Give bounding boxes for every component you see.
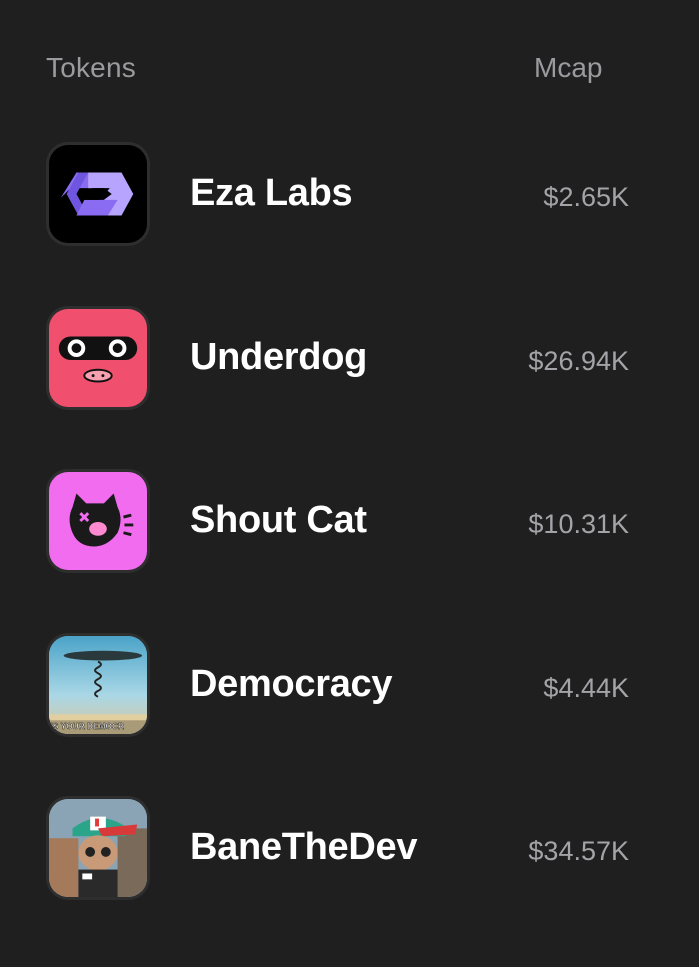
underdog-face-icon — [58, 335, 138, 382]
shout-cat-icon — [69, 493, 134, 547]
token-avatar — [46, 469, 150, 573]
token-mcap: $4.44K — [543, 672, 629, 703]
token-mcap: $26.94K — [528, 345, 629, 376]
token-row-shout-cat[interactable]: Shout Cat $10.31K — [0, 469, 699, 633]
token-name: Eza Labs — [190, 172, 353, 214]
token-mcap: $10.31K — [528, 509, 629, 539]
token-mcap: $2.65K — [543, 182, 629, 212]
token-row-banethedev[interactable]: BaneTheDev $34.57K — [0, 796, 699, 960]
democracy-meme-icon: 'S YOUR DEMOCR — [49, 635, 147, 734]
token-avatar — [46, 796, 150, 900]
token-name: Democracy — [190, 662, 393, 705]
token-name: BaneTheDev — [190, 826, 418, 868]
token-row-eza-labs[interactable]: Eza Labs $2.65K — [0, 142, 699, 306]
svg-text:'S YOUR DEMOCR: 'S YOUR DEMOCR — [51, 721, 124, 731]
token-mcap: $34.57K — [528, 836, 629, 866]
token-list-header: Tokens Mcap — [0, 52, 699, 88]
bane-the-dev-avatar-icon — [49, 799, 147, 897]
token-avatar: 'S YOUR DEMOCR — [46, 632, 150, 737]
token-list: Eza Labs $2.65K Underdog $26.94K Shout C… — [0, 142, 699, 960]
token-avatar — [46, 142, 150, 246]
mcap-column-header: Mcap — [534, 52, 603, 83]
tokens-column-header: Tokens — [46, 52, 136, 83]
eza-labs-logo-icon — [60, 172, 134, 216]
token-row-underdog[interactable]: Underdog $26.94K — [0, 305, 699, 470]
token-name: Underdog — [190, 335, 368, 378]
token-avatar — [46, 305, 150, 410]
token-name: Shout Cat — [190, 499, 367, 541]
token-row-democracy[interactable]: 'S YOUR DEMOCR Democracy $4.44K — [0, 632, 699, 797]
